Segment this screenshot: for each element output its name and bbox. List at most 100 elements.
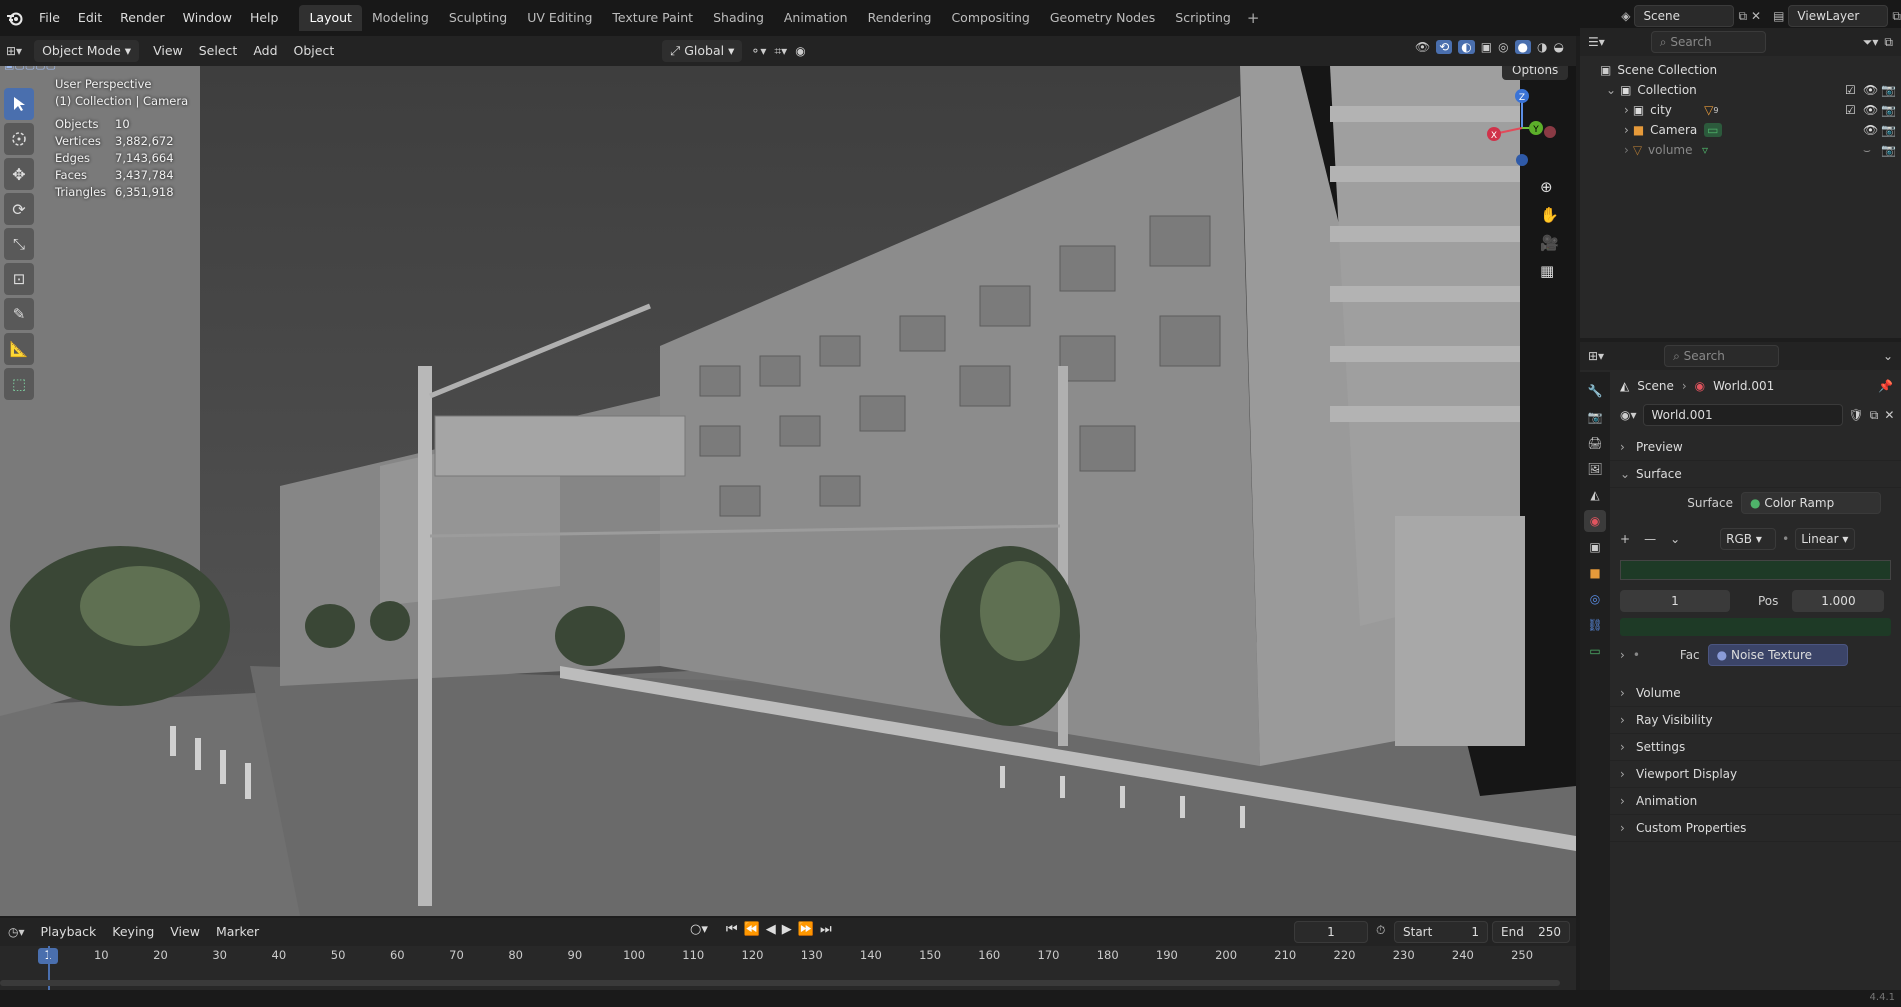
blender-logo-icon[interactable] bbox=[0, 0, 30, 36]
panel-custom-properties[interactable]: › Custom Properties bbox=[1610, 815, 1901, 842]
gizmo-toggle-icon[interactable]: ⟲ bbox=[1436, 40, 1453, 54]
rendered-shading-icon[interactable]: ◒ bbox=[1554, 40, 1564, 54]
interpolation-dropdown[interactable]: Linear ▾ bbox=[1795, 528, 1856, 550]
city-render-icon[interactable]: 📷 bbox=[1881, 103, 1896, 117]
remove-scene-button[interactable]: ✕ bbox=[1751, 9, 1761, 23]
outliner-search-input[interactable]: ⌕ Search bbox=[1650, 31, 1766, 53]
ortho-grid-icon[interactable]: ▦ bbox=[1540, 262, 1559, 280]
pos-value-field[interactable]: 1.000 bbox=[1792, 590, 1885, 612]
snap-icon[interactable]: ⌗▾ bbox=[774, 44, 787, 59]
visibility-icon[interactable]: 👁 bbox=[1415, 40, 1430, 54]
world-tab-icon[interactable]: ◉ bbox=[1584, 510, 1606, 532]
filter-icon[interactable]: ⏷▾ bbox=[1863, 35, 1879, 50]
camera-visibility-icon[interactable]: 👁 bbox=[1863, 123, 1878, 137]
duplicate-world-icon[interactable]: ⧉ bbox=[1870, 408, 1879, 423]
volume-visibility-icon[interactable]: ⌣ bbox=[1863, 143, 1877, 157]
panel-surface[interactable]: ⌄ Surface bbox=[1610, 461, 1901, 488]
timeline-scrollbar[interactable] bbox=[0, 980, 1560, 986]
menu-file[interactable]: File bbox=[30, 6, 69, 30]
camera-render-icon[interactable]: 📷 bbox=[1881, 123, 1896, 137]
fac-expand-icon[interactable]: › bbox=[1620, 648, 1625, 662]
play-icon[interactable]: ▶ bbox=[782, 922, 792, 937]
add-stop-icon[interactable]: + bbox=[1620, 532, 1630, 546]
proportional-edit-icon[interactable]: ◉ bbox=[795, 44, 805, 58]
timeline-editor-icon[interactable]: ◷▾ bbox=[0, 925, 33, 939]
outliner-editor-icon[interactable]: ☰▾ bbox=[1588, 35, 1605, 49]
current-frame-field[interactable]: 1 bbox=[1294, 921, 1368, 943]
viewlayer-field[interactable]: ViewLayer bbox=[1788, 5, 1889, 27]
new-viewlayer-button[interactable]: ⧉ bbox=[1892, 9, 1901, 24]
navigation-gizmo[interactable]: Z X Y bbox=[1482, 88, 1562, 168]
rotate-tool-icon[interactable]: ⟳ bbox=[4, 193, 34, 225]
world-name-field[interactable]: World.001 bbox=[1642, 404, 1843, 426]
xray-icon[interactable]: ▣ bbox=[1481, 40, 1492, 54]
world-type-icon[interactable]: ◉▾ bbox=[1620, 408, 1637, 422]
material-shading-icon[interactable]: ◑ bbox=[1537, 40, 1547, 54]
tab-compositing[interactable]: Compositing bbox=[941, 5, 1039, 31]
outliner-scene-collection[interactable]: ▣ Scene Collection bbox=[1580, 60, 1901, 80]
zoom-icon[interactable]: ⊕ bbox=[1540, 178, 1559, 196]
viewport-menu-add[interactable]: Add bbox=[245, 40, 285, 62]
timeline-menu-marker[interactable]: Marker bbox=[208, 921, 267, 943]
panel-animation[interactable]: › Animation bbox=[1610, 788, 1901, 815]
output-tab-icon[interactable]: 🖨 bbox=[1584, 432, 1606, 454]
unlink-world-icon[interactable]: ✕ bbox=[1884, 408, 1894, 422]
transform-tool-icon[interactable]: ⊡ bbox=[4, 263, 34, 295]
prev-keyframe-icon[interactable]: ⏪ bbox=[744, 922, 760, 937]
add-workspace-button[interactable]: + bbox=[1241, 9, 1266, 27]
properties-options-icon[interactable]: ⌄ bbox=[1883, 349, 1893, 363]
outliner-volume[interactable]: › ▽ volume ▿ ⌣ 📷 bbox=[1580, 140, 1901, 160]
overlays-icon[interactable]: ◐ bbox=[1458, 40, 1475, 54]
measure-tool-icon[interactable]: 📐 bbox=[4, 333, 34, 365]
constraints-tab-icon[interactable]: ⛓ bbox=[1584, 614, 1606, 636]
select-tool-icon[interactable] bbox=[4, 88, 34, 120]
data-tab-icon[interactable]: ▭ bbox=[1584, 640, 1606, 662]
scene-icon[interactable]: ◈ bbox=[1621, 9, 1630, 23]
fac-input-field[interactable]: ● Noise Texture bbox=[1707, 644, 1848, 666]
view-layer-tab-icon[interactable]: 🖼 bbox=[1584, 458, 1606, 480]
tab-scripting[interactable]: Scripting bbox=[1165, 5, 1241, 31]
stop-color-swatch[interactable] bbox=[1620, 618, 1891, 636]
fake-user-icon[interactable]: 🛡 bbox=[1849, 408, 1864, 422]
jump-start-icon[interactable]: ⏮ bbox=[726, 922, 738, 937]
properties-search-input[interactable]: ⌕ Search bbox=[1664, 345, 1780, 367]
stop-index-field[interactable]: 1 bbox=[1620, 590, 1730, 612]
scene-tab-icon[interactable]: ◭ bbox=[1584, 484, 1606, 506]
new-scene-button[interactable]: ⧉ bbox=[1738, 9, 1747, 24]
viewport-menu-view[interactable]: View bbox=[145, 40, 191, 62]
viewport-menu-object[interactable]: Object bbox=[286, 40, 343, 62]
tab-sculpting[interactable]: Sculpting bbox=[439, 5, 517, 31]
play-reverse-icon[interactable]: ◀ bbox=[766, 922, 776, 937]
preview-range-icon[interactable]: ⏱ bbox=[1376, 923, 1385, 938]
collection-visibility-icon[interactable]: 👁 bbox=[1863, 83, 1878, 97]
new-collection-icon[interactable]: ⧉ bbox=[1884, 35, 1893, 50]
city-visibility-icon[interactable]: 👁 bbox=[1863, 103, 1878, 117]
cursor-tool-icon[interactable] bbox=[4, 123, 34, 155]
outliner-collection[interactable]: ⌄ ▣ Collection ☑ 👁 📷 bbox=[1580, 80, 1901, 100]
add-cube-tool-icon[interactable]: ⬚ bbox=[4, 368, 34, 400]
options-button[interactable]: Options bbox=[1502, 66, 1569, 80]
annotate-tool-icon[interactable]: ✎ bbox=[4, 298, 34, 330]
object-tab-icon[interactable]: ■ bbox=[1584, 562, 1606, 584]
remove-stop-icon[interactable]: — bbox=[1644, 532, 1656, 546]
tab-modeling[interactable]: Modeling bbox=[362, 5, 439, 31]
breadcrumb-world[interactable]: World.001 bbox=[1713, 379, 1774, 393]
volume-render-icon[interactable]: 📷 bbox=[1881, 143, 1896, 157]
render-tab-icon[interactable]: 📷 bbox=[1584, 406, 1606, 428]
city-exclude-checkbox[interactable]: ☑ bbox=[1845, 103, 1859, 117]
tab-animation[interactable]: Animation bbox=[774, 5, 858, 31]
pin-icon[interactable]: 📌 bbox=[1878, 379, 1893, 393]
tab-geometry-nodes[interactable]: Geometry Nodes bbox=[1040, 5, 1165, 31]
panel-preview[interactable]: › Preview bbox=[1610, 434, 1901, 461]
physics-tab-icon[interactable]: ◎ bbox=[1584, 588, 1606, 610]
timeline-menu-keying[interactable]: Keying bbox=[104, 921, 162, 943]
scene-field[interactable]: Scene bbox=[1634, 5, 1735, 27]
tab-rendering[interactable]: Rendering bbox=[858, 5, 942, 31]
pivot-icon[interactable]: ⚬▾ bbox=[750, 44, 766, 58]
menu-help[interactable]: Help bbox=[241, 6, 288, 30]
outliner-city[interactable]: › ▣ city ▽ 9 ☑ 👁 📷 bbox=[1580, 100, 1901, 120]
color-mode-dropdown[interactable]: RGB ▾ bbox=[1720, 528, 1777, 550]
solid-shading-icon[interactable]: ● bbox=[1514, 40, 1532, 54]
collection-tab-icon[interactable]: ▣ bbox=[1584, 536, 1606, 558]
scale-tool-icon[interactable]: ⤡ bbox=[4, 228, 34, 260]
